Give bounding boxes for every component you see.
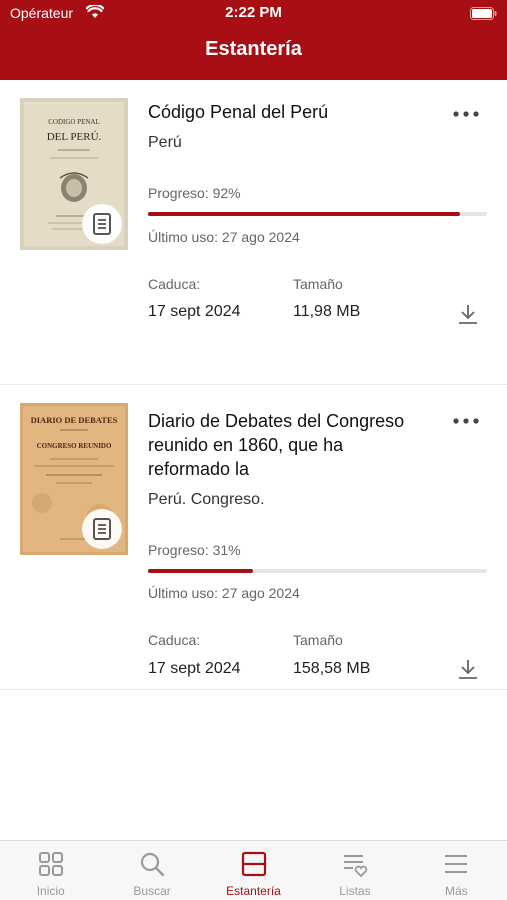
progress-label: Progreso: 92%: [148, 185, 241, 201]
menu-icon: [442, 850, 470, 878]
download-icon[interactable]: [456, 302, 480, 326]
battery-icon: [470, 7, 497, 24]
book-title[interactable]: Diario de Debates del Congreso reunido e…: [148, 409, 408, 481]
expires-value: 17 sept 2024: [148, 303, 241, 320]
progress-bar-fill: [148, 212, 460, 216]
top-bar: Opérateur 2:22 PM Estantería: [0, 0, 507, 80]
tab-bar: Inicio Buscar Estantería Listas Más: [0, 840, 507, 900]
book-author: Perú. Congreso.: [148, 491, 265, 508]
tab-estanteria[interactable]: Estantería: [203, 841, 304, 900]
document-icon: [82, 509, 122, 549]
tab-mas[interactable]: Más: [406, 841, 507, 900]
tab-listas[interactable]: Listas: [304, 841, 405, 900]
book-title[interactable]: Código Penal del Perú: [148, 100, 428, 124]
last-use-label: Último uso: 27 ago 2024: [148, 585, 300, 601]
document-icon: [82, 204, 122, 244]
tab-label: Estantería: [226, 884, 281, 898]
book-list: CODIGO PENAL DEL PERÚ. Código Penal del …: [0, 80, 507, 690]
book-item[interactable]: CODIGO PENAL DEL PERÚ. Código Penal del …: [0, 80, 507, 385]
cover-line-2: DEL PERÚ.: [47, 131, 102, 143]
cover-line-1: CODIGO PENAL: [48, 118, 100, 126]
grid-icon: [37, 850, 65, 878]
download-icon[interactable]: [456, 657, 480, 681]
size-label: Tamaño: [293, 276, 343, 292]
search-icon: [138, 850, 166, 878]
last-use-label: Último uso: 27 ago 2024: [148, 229, 300, 245]
status-bar: Opérateur 2:22 PM: [0, 0, 507, 28]
more-dots-icon[interactable]: [453, 413, 479, 424]
tab-label: Listas: [339, 884, 371, 898]
cover-line-1: DIARIO DE DEBATES: [31, 415, 118, 425]
list-heart-icon: [341, 850, 369, 878]
size-value: 11,98 MB: [293, 303, 361, 320]
progress-bar-fill: [148, 569, 254, 573]
size-label: Tamaño: [293, 632, 343, 648]
book-author: Perú: [148, 134, 182, 151]
clock-label: 2:22 PM: [225, 4, 282, 21]
progress-label: Progreso: 31%: [148, 542, 241, 558]
book-cover[interactable]: DIARIO DE DEBATES CONGRESO REUNIDO: [20, 403, 128, 555]
tab-label: Buscar: [133, 884, 171, 898]
tab-label: Más: [444, 884, 468, 898]
size-value: 158,58 MB: [293, 660, 371, 677]
shelf-icon: [240, 850, 268, 878]
expires-label: Caduca:: [148, 632, 201, 648]
tab-inicio[interactable]: Inicio: [0, 841, 101, 900]
cover-line-2: CONGRESO REUNIDO: [37, 442, 112, 450]
tab-label: Inicio: [36, 884, 65, 898]
more-dots-icon[interactable]: [453, 106, 479, 117]
book-cover[interactable]: CODIGO PENAL DEL PERÚ.: [20, 98, 128, 250]
tab-buscar[interactable]: Buscar: [101, 841, 202, 900]
book-item[interactable]: DIARIO DE DEBATES CONGRESO REUNIDO Diari…: [0, 385, 507, 690]
progress-bar: [148, 212, 487, 216]
expires-value: 17 sept 2024: [148, 660, 241, 677]
page-title: Estantería: [205, 38, 302, 60]
progress-bar: [148, 569, 487, 573]
expires-label: Caduca:: [148, 276, 201, 292]
